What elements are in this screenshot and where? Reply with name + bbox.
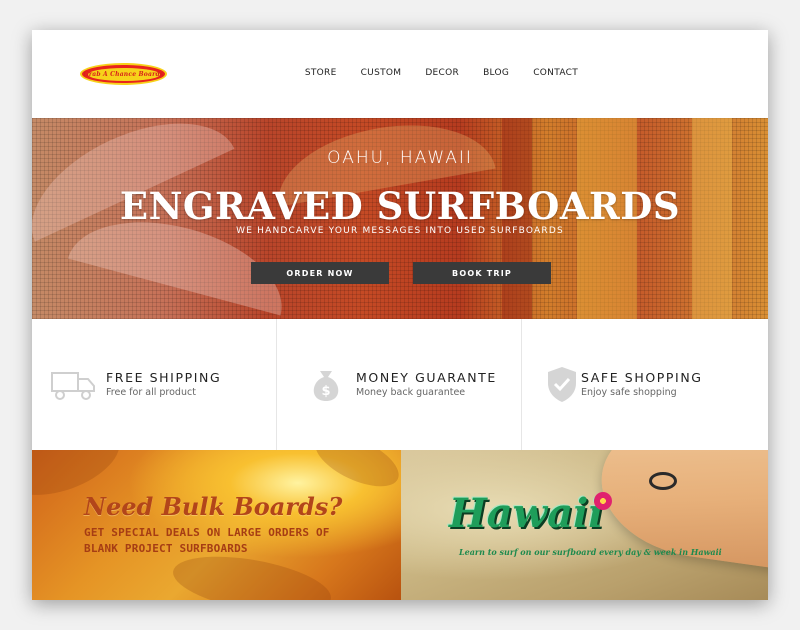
hero-title: ENGRAVED SURFBOARDS xyxy=(119,184,681,228)
hero-subtitle: WE HANDCARVE YOUR MESSAGES INTO USED SUR… xyxy=(236,226,564,236)
feature-safe-shopping: SAFE SHOPPING Enjoy safe shopping xyxy=(522,319,767,450)
feature-money-guarantee: $ MONEY GUARANTE Money back guarantee xyxy=(277,319,522,450)
hero-location: OAHU, HAWAII xyxy=(327,148,473,168)
svg-text:$: $ xyxy=(321,384,330,399)
leash-plug-image xyxy=(649,472,677,490)
bulk-line-2: BLANK PROJECT SURFBOARDS xyxy=(84,542,248,555)
money-bag-icon: $ xyxy=(313,371,339,401)
book-trip-button[interactable]: BOOK TRIP xyxy=(413,262,551,284)
feature-text: Money back guarantee xyxy=(356,387,466,398)
feature-title: SAFE SHOPPING xyxy=(581,370,703,385)
logo-text: Grab A Chance Boards xyxy=(84,67,163,81)
site-header: Grab A Chance Boards STORE CUSTOM DECOR … xyxy=(32,30,768,118)
hibiscus-icon xyxy=(594,492,612,510)
feature-title: FREE SHIPPING xyxy=(106,370,222,385)
page-frame: Grab A Chance Boards STORE CUSTOM DECOR … xyxy=(32,30,768,600)
nav-item-contact[interactable]: CONTACT xyxy=(533,68,578,78)
shield-check-icon xyxy=(548,367,576,402)
bulk-boards-banner[interactable]: Need Bulk Boards? GET SPECIAL DEALS ON L… xyxy=(32,450,401,600)
order-now-button[interactable]: ORDER NOW xyxy=(251,262,389,284)
features-row: FREE SHIPPING Free for all product $ MON… xyxy=(32,319,768,450)
bulk-heading: Need Bulk Boards? xyxy=(84,492,343,521)
nav-item-custom[interactable]: CUSTOM xyxy=(361,68,402,78)
hawaii-heading: Hawaii xyxy=(449,490,604,537)
hawaii-banner[interactable]: Hawaii Learn to surf on our surfboard ev… xyxy=(401,450,768,600)
bulk-line-1: GET SPECIAL DEALS ON LARGE ORDERS OF xyxy=(84,526,330,539)
site-logo[interactable]: Grab A Chance Boards xyxy=(80,63,167,85)
surfboard-image xyxy=(592,450,768,577)
nav-item-store[interactable]: STORE xyxy=(305,68,337,78)
nav-item-blog[interactable]: BLOG xyxy=(483,68,509,78)
hero-banner: OAHU, HAWAII ENGRAVED SURFBOARDS WE HAND… xyxy=(32,118,768,319)
truck-icon xyxy=(51,372,95,400)
hawaii-tagline: Learn to surf on our surfboard every day… xyxy=(459,547,722,557)
feature-text: Enjoy safe shopping xyxy=(581,387,677,398)
feature-free-shipping: FREE SHIPPING Free for all product xyxy=(32,319,277,450)
fern-decoration xyxy=(307,450,401,498)
main-nav: STORE CUSTOM DECOR BLOG CONTACT xyxy=(305,68,578,78)
feature-text: Free for all product xyxy=(106,387,196,398)
nav-item-decor[interactable]: DECOR xyxy=(425,68,459,78)
promo-row: Need Bulk Boards? GET SPECIAL DEALS ON L… xyxy=(32,450,768,600)
feature-title: MONEY GUARANTE xyxy=(356,370,497,385)
